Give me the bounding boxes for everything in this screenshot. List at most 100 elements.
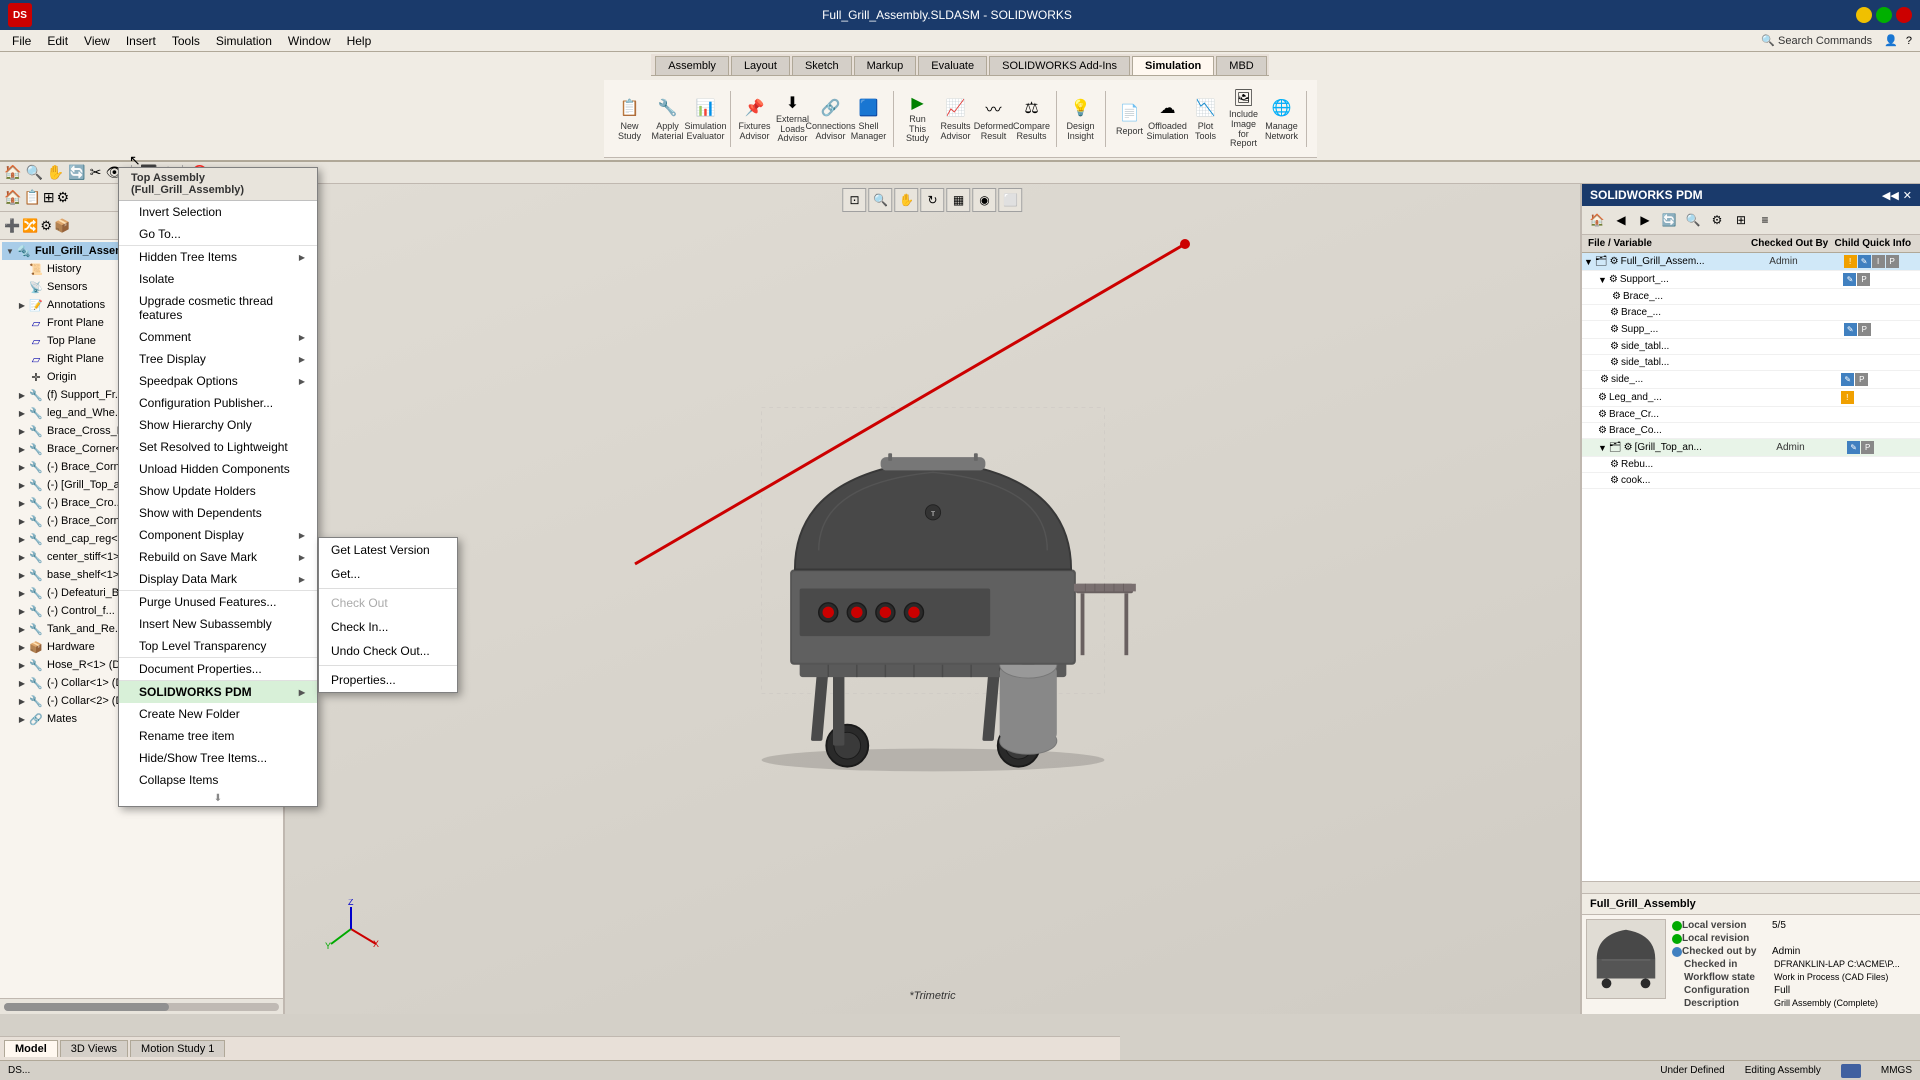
pdm-row-rebu[interactable]: ⚙ Rebu... bbox=[1582, 457, 1920, 473]
pdm-undo-check-out[interactable]: Undo Check Out... bbox=[319, 639, 457, 663]
close-button[interactable] bbox=[1896, 7, 1912, 23]
ctx-goto[interactable]: Go To... bbox=[119, 223, 317, 245]
pdm-search-btn[interactable]: ⚙ bbox=[1706, 209, 1728, 231]
tab-layout[interactable]: Layout bbox=[731, 56, 790, 75]
tree-grid-btn[interactable]: ⊞ bbox=[43, 189, 55, 206]
tab-addins[interactable]: SOLIDWORKS Add-Ins bbox=[989, 56, 1130, 75]
pdm-collapse-btn[interactable]: ◀◀ bbox=[1882, 189, 1899, 202]
pdm-list-btn[interactable]: ≡ bbox=[1754, 209, 1776, 231]
tab-simulation[interactable]: Simulation bbox=[1132, 56, 1214, 75]
pdm-get-latest[interactable]: Get Latest Version bbox=[319, 538, 457, 562]
pdm-row-brace1[interactable]: ⚙ Brace_... bbox=[1582, 289, 1920, 305]
pdm-properties[interactable]: Properties... bbox=[319, 668, 457, 692]
viewport-section-btn[interactable]: ✂ bbox=[90, 164, 102, 181]
menu-tools[interactable]: Tools bbox=[164, 32, 208, 50]
tab-assembly[interactable]: Assembly bbox=[655, 56, 729, 75]
fixtures-advisor-button[interactable]: 📌FixturesAdvisor bbox=[737, 94, 773, 144]
pdm-refresh-btn[interactable]: 🔄 bbox=[1658, 209, 1680, 231]
ctx-hidden-tree[interactable]: Hidden Tree Items ▶ bbox=[119, 245, 317, 268]
apply-material-button[interactable]: 🔧ApplyMaterial bbox=[650, 94, 686, 144]
deformed-result-button[interactable]: 〰DeformedResult bbox=[976, 94, 1012, 144]
ctx-unload-hidden[interactable]: Unload Hidden Components bbox=[119, 458, 317, 480]
offloaded-sim-button[interactable]: ☁OffloadedSimulation bbox=[1150, 94, 1186, 144]
ctx-rebuild-save[interactable]: Rebuild on Save Mark ▶ bbox=[119, 546, 317, 568]
pdm-get[interactable]: Get... bbox=[319, 562, 457, 586]
tab-markup[interactable]: Markup bbox=[854, 56, 917, 75]
restore-button[interactable] bbox=[1876, 7, 1892, 23]
vp-shading-btn[interactable]: ◉ bbox=[973, 188, 997, 212]
ctx-more-btn[interactable]: ⬇ bbox=[119, 791, 317, 806]
include-image-button[interactable]: 🖼Include Imagefor Report bbox=[1226, 94, 1262, 144]
tree-list-btn[interactable]: 📋 bbox=[23, 189, 40, 206]
viewport-zoom-btn[interactable]: 🔍 bbox=[25, 164, 42, 181]
pdm-back-btn[interactable]: ◀ bbox=[1610, 209, 1632, 231]
ctx-show-with-dependents[interactable]: Show with Dependents bbox=[119, 502, 317, 524]
viewport-fit-btn[interactable]: 🏠 bbox=[4, 164, 21, 181]
tab-model[interactable]: Model bbox=[4, 1040, 58, 1057]
tab-3dviews[interactable]: 3D Views bbox=[60, 1040, 128, 1057]
menu-file[interactable]: File bbox=[4, 32, 39, 50]
pdm-row-side[interactable]: ⚙ side_... ✎ P bbox=[1582, 371, 1920, 389]
shell-manager-button[interactable]: 🟦ShellManager bbox=[851, 94, 887, 144]
menu-edit[interactable]: Edit bbox=[39, 32, 76, 50]
tree-pdm-btn[interactable]: 📦 bbox=[54, 218, 70, 234]
tab-sketch[interactable]: Sketch bbox=[792, 56, 852, 75]
tree-config-btn[interactable]: ⚙ bbox=[40, 218, 52, 234]
tree-gear-btn[interactable]: ⚙ bbox=[57, 189, 70, 206]
pdm-row-cook[interactable]: ⚙ cook... bbox=[1582, 473, 1920, 489]
pdm-row-root[interactable]: ▼ 🗂 ⚙ Full_Grill_Assem... Admin ! ✎ I P bbox=[1582, 253, 1920, 271]
ctx-component-display[interactable]: Component Display ▶ bbox=[119, 524, 317, 546]
ctx-speedpak[interactable]: Speedpak Options ▶ bbox=[119, 370, 317, 392]
ctx-purge-unused[interactable]: Purge Unused Features... bbox=[119, 590, 317, 613]
pdm-row-grilltop[interactable]: ▼ 🗂 ⚙ [Grill_Top_an... Admin ✎ P bbox=[1582, 439, 1920, 457]
report-button[interactable]: 📄Report bbox=[1112, 94, 1148, 144]
pdm-forward-btn[interactable]: ▶ bbox=[1634, 209, 1656, 231]
pdm-row-support[interactable]: ▼ ⚙ Support_... ✎ P bbox=[1582, 271, 1920, 289]
pdm-row-bracecr[interactable]: ⚙ Brace_Cr... bbox=[1582, 407, 1920, 423]
ctx-show-update-holders[interactable]: Show Update Holders bbox=[119, 480, 317, 502]
manage-network-button[interactable]: 🌐ManageNetwork bbox=[1264, 94, 1300, 144]
viewport-rotate-btn[interactable]: 🔄 bbox=[68, 164, 85, 181]
help-icon[interactable]: ? bbox=[1902, 35, 1916, 47]
tree-add-btn[interactable]: ➕ bbox=[4, 218, 20, 234]
viewport-pan-btn[interactable]: ✋ bbox=[47, 164, 64, 181]
ctx-hide-show-tree[interactable]: Hide/Show Tree Items... bbox=[119, 747, 317, 769]
vp-zoom-btn[interactable]: 🔍 bbox=[869, 188, 893, 212]
pdm-row-braceco[interactable]: ⚙ Brace_Co... bbox=[1582, 423, 1920, 439]
pdm-row-sidetabl1[interactable]: ⚙ side_tabl... bbox=[1582, 339, 1920, 355]
tree-scrollbar[interactable] bbox=[0, 998, 283, 1014]
ctx-show-hierarchy[interactable]: Show Hierarchy Only bbox=[119, 414, 317, 436]
vp-pan-btn[interactable]: ✋ bbox=[895, 188, 919, 212]
new-study-button[interactable]: 📋NewStudy bbox=[612, 94, 648, 144]
vp-section-btn[interactable]: ▦ bbox=[947, 188, 971, 212]
pdm-row-leg[interactable]: ⚙ Leg_and_... ! bbox=[1582, 389, 1920, 407]
pdm-home-btn[interactable]: 🏠 bbox=[1586, 209, 1608, 231]
menu-window[interactable]: Window bbox=[280, 32, 339, 50]
results-advisor-button[interactable]: 📈ResultsAdvisor bbox=[938, 94, 974, 144]
design-insight-button[interactable]: 💡DesignInsight bbox=[1063, 94, 1099, 144]
ctx-rename-tree[interactable]: Rename tree item bbox=[119, 725, 317, 747]
connections-button[interactable]: 🔗ConnectionsAdvisor bbox=[813, 94, 849, 144]
vp-rotate-btn[interactable]: ↻ bbox=[921, 188, 945, 212]
vp-fit-btn[interactable]: ⊡ bbox=[843, 188, 867, 212]
ctx-collapse-items[interactable]: Collapse Items bbox=[119, 769, 317, 791]
ctx-create-folder[interactable]: Create New Folder bbox=[119, 703, 317, 725]
menu-help[interactable]: Help bbox=[339, 32, 380, 50]
search-box[interactable]: 🔍 Search Commands bbox=[1753, 34, 1880, 47]
menu-insert[interactable]: Insert bbox=[118, 32, 164, 50]
ctx-isolate[interactable]: Isolate bbox=[119, 268, 317, 290]
vp-wireframe-btn[interactable]: ⬜ bbox=[999, 188, 1023, 212]
ctx-invert-selection[interactable]: Invert Selection bbox=[119, 201, 317, 223]
plot-tools-button[interactable]: 📉Plot Tools bbox=[1188, 94, 1224, 144]
ctx-pdm[interactable]: SOLIDWORKS PDM ▶ bbox=[119, 680, 317, 703]
tab-evaluate[interactable]: Evaluate bbox=[918, 56, 987, 75]
viewport[interactable]: ⊡ 🔍 ✋ ↻ ▦ ◉ ⬜ ↖ ⬚ 📐 📝 📷 💡 🌄 🎨 bbox=[285, 184, 1580, 1014]
pdm-row-brace2[interactable]: ⚙ Brace_... bbox=[1582, 305, 1920, 321]
ctx-config-publisher[interactable]: Configuration Publisher... bbox=[119, 392, 317, 414]
pdm-row-supp[interactable]: ⚙ Supp_... ✎ P bbox=[1582, 321, 1920, 339]
sim-evaluator-button[interactable]: 📊SimulationEvaluator bbox=[688, 94, 724, 144]
menu-view[interactable]: View bbox=[76, 32, 118, 50]
minimize-button[interactable] bbox=[1856, 7, 1872, 23]
ctx-insert-new-sub[interactable]: Insert New Subassembly bbox=[119, 613, 317, 635]
ctx-doc-props[interactable]: Document Properties... bbox=[119, 657, 317, 680]
